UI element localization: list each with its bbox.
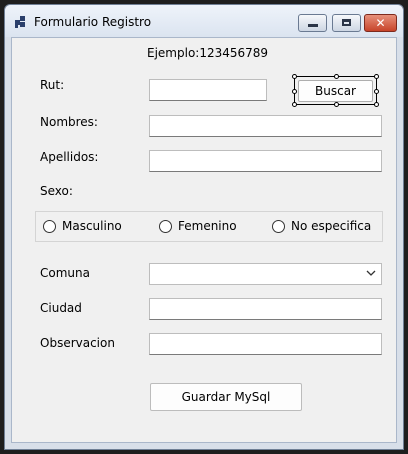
nombres-label: Nombres: <box>40 115 98 129</box>
apellidos-label: Apellidos: <box>40 150 99 164</box>
sexo-label: Sexo: <box>40 184 73 198</box>
rut-input[interactable] <box>149 79 267 101</box>
resize-handle[interactable] <box>374 102 379 107</box>
ciudad-label: Ciudad <box>40 301 82 315</box>
radio-circle[interactable] <box>159 220 172 233</box>
observacion-label: Observacion <box>40 336 115 350</box>
search-button[interactable]: Buscar <box>298 80 373 102</box>
ciudad-input[interactable] <box>149 298 382 320</box>
radio-circle[interactable] <box>43 220 56 233</box>
window-title: Formulario Registro <box>34 15 152 29</box>
title-bar[interactable]: Formulario Registro ✕ <box>5 5 403 37</box>
comuna-dropdown[interactable] <box>149 263 382 285</box>
observacion-input[interactable] <box>149 333 382 355</box>
radio-label: Masculino <box>62 219 122 233</box>
resize-handle[interactable] <box>374 89 379 94</box>
radio-label: No especifica <box>291 219 372 233</box>
radio-label: Femenino <box>178 219 237 233</box>
save-mysql-button[interactable]: Guardar MySql <box>150 383 302 411</box>
maximize-icon <box>342 19 351 26</box>
apellidos-input[interactable] <box>149 150 382 172</box>
minimize-icon <box>308 24 318 27</box>
resize-handle[interactable] <box>374 74 379 79</box>
resize-handle[interactable] <box>334 102 339 107</box>
close-icon: ✕ <box>375 16 386 30</box>
app-window: Formulario Registro ✕ Ejemplo:123456789 … <box>4 4 404 450</box>
comuna-label: Comuna <box>40 266 90 280</box>
form-client-area: Ejemplo:123456789 Rut: Buscar Nombres: A… <box>11 37 397 443</box>
resize-handle[interactable] <box>292 102 297 107</box>
rut-label: Rut: <box>40 78 65 92</box>
minimize-button[interactable] <box>298 14 327 32</box>
resize-handle[interactable] <box>334 74 339 79</box>
resize-handle[interactable] <box>292 89 297 94</box>
form-app-icon <box>15 16 27 28</box>
close-button[interactable]: ✕ <box>364 14 397 32</box>
resize-handle[interactable] <box>292 74 297 79</box>
sexo-radio-group: Masculino Femenino No especifica <box>35 211 383 242</box>
nombres-input[interactable] <box>149 115 382 137</box>
radio-circle[interactable] <box>272 220 285 233</box>
maximize-button[interactable] <box>332 14 361 32</box>
rut-example-hint: Ejemplo:123456789 <box>147 46 269 60</box>
chevron-down-icon[interactable] <box>365 267 377 279</box>
